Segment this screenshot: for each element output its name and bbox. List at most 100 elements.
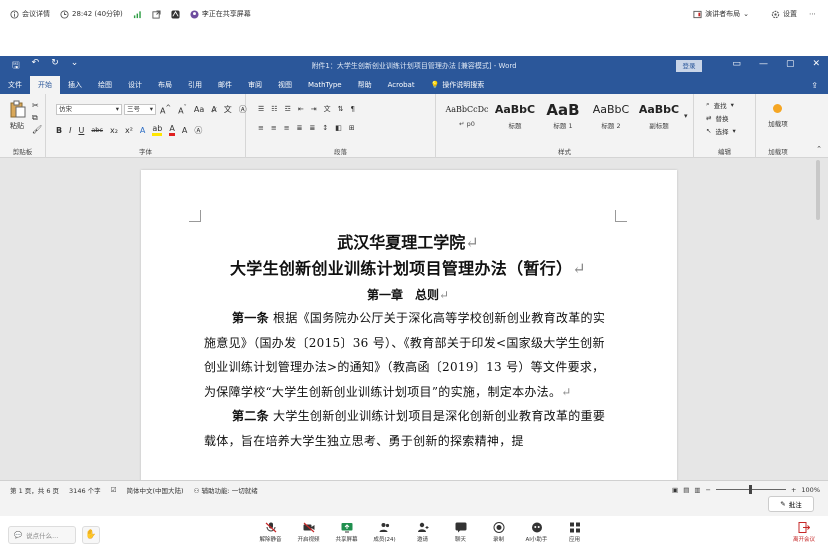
tab-file[interactable]: 文件 [0,76,30,94]
collapse-ribbon-icon[interactable]: ⌃ [816,145,822,153]
paste-icon[interactable] [10,100,26,118]
language-status[interactable]: 简体中文(中国大陆) [126,485,183,495]
underline-icon[interactable]: U [78,126,84,135]
style-heading-2[interactable]: AaBbC 标题 2 [588,100,634,136]
video-button[interactable]: 开启视频 [294,522,323,543]
character-shading-icon[interactable]: A [182,126,187,135]
mute-button[interactable]: 解除静音 [256,522,285,543]
borders-icon[interactable]: ⊞ [349,124,355,132]
grow-font-icon[interactable]: A^ [160,104,171,116]
tab-view[interactable]: 视图 [270,76,300,94]
text-effects-icon[interactable]: A [140,126,145,135]
increase-indent-icon[interactable]: ⇥ [311,105,317,113]
justify-icon[interactable]: ≣ [297,124,303,132]
bullets-icon[interactable]: ☰ [258,105,264,113]
popout-button[interactable] [152,9,161,19]
tab-mailings[interactable]: 邮件 [210,76,240,94]
zoom-in-icon[interactable]: + [791,486,796,494]
invite-button[interactable]: 邀请 [408,522,437,543]
align-left-icon[interactable]: ≡ [258,124,264,132]
tab-references[interactable]: 引用 [180,76,210,94]
style-subtitle[interactable]: AaBbC 副标题 [636,100,682,136]
multilevel-list-icon[interactable]: ☲ [285,105,291,113]
addin-button[interactable]: 加载项 [767,120,789,128]
style-heading-1[interactable]: AaB 标题 1 [540,100,586,136]
login-button[interactable]: 登录 [676,60,702,72]
style-p0[interactable]: AaBbCcDc ↵ p0 [444,100,490,136]
paste-button[interactable]: 粘贴 [10,121,24,131]
proofing-icon[interactable]: ☑ [111,486,117,494]
more-icon[interactable]: ⋯ [809,10,816,18]
font-color-icon[interactable]: A [169,124,175,136]
redo-icon[interactable]: ↻ [51,58,59,74]
accessibility-status[interactable]: ⚇ 辅助功能: 一切就绪 [194,485,258,495]
shading-icon[interactable]: ◧ [335,124,342,132]
focus-mode-icon[interactable]: ▣ [672,486,678,494]
apps-button[interactable]: 应用 [560,522,589,543]
share-screen-button[interactable]: 共享屏幕 [332,522,361,543]
style-title[interactable]: AaBbC 标题 [492,100,538,136]
chinese-layout-icon[interactable]: 文 [324,104,331,114]
print-layout-icon[interactable]: ▤ [683,486,689,494]
subscript-icon[interactable]: x₂ [110,126,118,135]
leave-meeting-button[interactable]: 离开会议 [790,522,818,543]
align-right-icon[interactable]: ≡ [284,124,290,132]
undo-icon[interactable]: ↶ [32,58,40,74]
font-name-select[interactable]: 仿宋 ▾ [56,104,122,115]
close-icon[interactable]: ✕ [812,59,820,69]
clear-format-icon[interactable]: A̷ [211,105,216,114]
minimize-icon[interactable]: — [759,59,768,69]
tab-mathtype[interactable]: MathType [300,76,350,94]
maximize-icon[interactable]: ▢ [786,59,795,69]
bold-icon[interactable]: B [56,126,62,135]
line-spacing-icon[interactable]: ↕ [322,124,328,132]
tab-draw[interactable]: 绘图 [90,76,120,94]
meeting-details[interactable]: 会议详情 [10,9,50,19]
numbering-icon[interactable]: ☷ [271,105,277,113]
change-case-icon[interactable]: Aa [194,105,204,114]
ribbon-display-icon[interactable]: ▭ [732,59,741,69]
vertical-scrollbar[interactable] [816,160,820,220]
tab-acrobat[interactable]: Acrobat [380,76,423,94]
zoom-slider[interactable] [715,485,786,494]
font-size-select[interactable]: 三号 ▾ [124,104,156,115]
distributed-icon[interactable]: ≣ [310,124,316,132]
chat-button[interactable]: 聊天 [446,522,475,543]
settings-button[interactable]: 设置 [771,9,797,19]
zoom-level[interactable]: 100% [801,486,820,494]
members-button[interactable]: 成员(24) [370,522,399,543]
word-count[interactable]: 3146 个字 [69,485,101,495]
sort-icon[interactable]: ⇅ [338,105,344,113]
shrink-font-icon[interactable]: Aˇ [178,104,187,116]
zoom-thumb[interactable] [748,485,752,494]
tab-review[interactable]: 审阅 [240,76,270,94]
document-body[interactable]: 武汉华夏理工学院↵ 大学生创新创业训练计划项目管理办法（暂行）↵ 第一章 总则↵… [204,230,612,453]
ai-assistant-button[interactable]: AI小助手 [522,522,551,543]
show-marks-icon[interactable]: ¶ [350,105,354,113]
share-icon[interactable]: ⇪ [811,81,818,90]
raise-hand-icon[interactable]: ✋ [82,526,100,544]
tab-home[interactable]: 开始 [30,76,60,94]
styles-more-icon[interactable]: ▾ [684,112,688,120]
save-icon[interactable]: 🖫 [12,58,20,74]
tab-help[interactable]: 帮助 [350,76,380,94]
select-button[interactable]: ↖ 选择 ▾ [706,124,736,137]
zoom-out-icon[interactable]: − [706,486,711,494]
tab-layout[interactable]: 布局 [150,76,180,94]
copy-icon[interactable]: ⧉ [32,112,42,124]
page-count[interactable]: 第 1 页，共 6 页 [10,485,59,495]
web-layout-icon[interactable]: ▥ [694,486,700,494]
annotate-button[interactable]: ✎ 批注 [768,496,814,512]
cut-icon[interactable]: ✂ [32,100,42,112]
align-center-icon[interactable]: ≡ [271,124,277,132]
character-border-icon[interactable]: Ⓐ [194,125,202,136]
decrease-indent-icon[interactable]: ⇤ [298,105,304,113]
strikethrough-icon[interactable]: abc [91,126,103,134]
customize-quick-access-icon[interactable]: ⌄ [71,58,79,74]
superscript-icon[interactable]: x² [125,126,133,135]
format-painter-icon[interactable]: 🖌 [32,124,42,136]
find-button[interactable]: ⌕ 查找 ▾ [706,98,736,111]
document-page[interactable]: 武汉华夏理工学院↵ 大学生创新创业训练计划项目管理办法（暂行）↵ 第一章 总则↵… [141,170,677,480]
tab-design[interactable]: 设计 [120,76,150,94]
phonetic-guide-icon[interactable]: 文 [224,104,232,115]
